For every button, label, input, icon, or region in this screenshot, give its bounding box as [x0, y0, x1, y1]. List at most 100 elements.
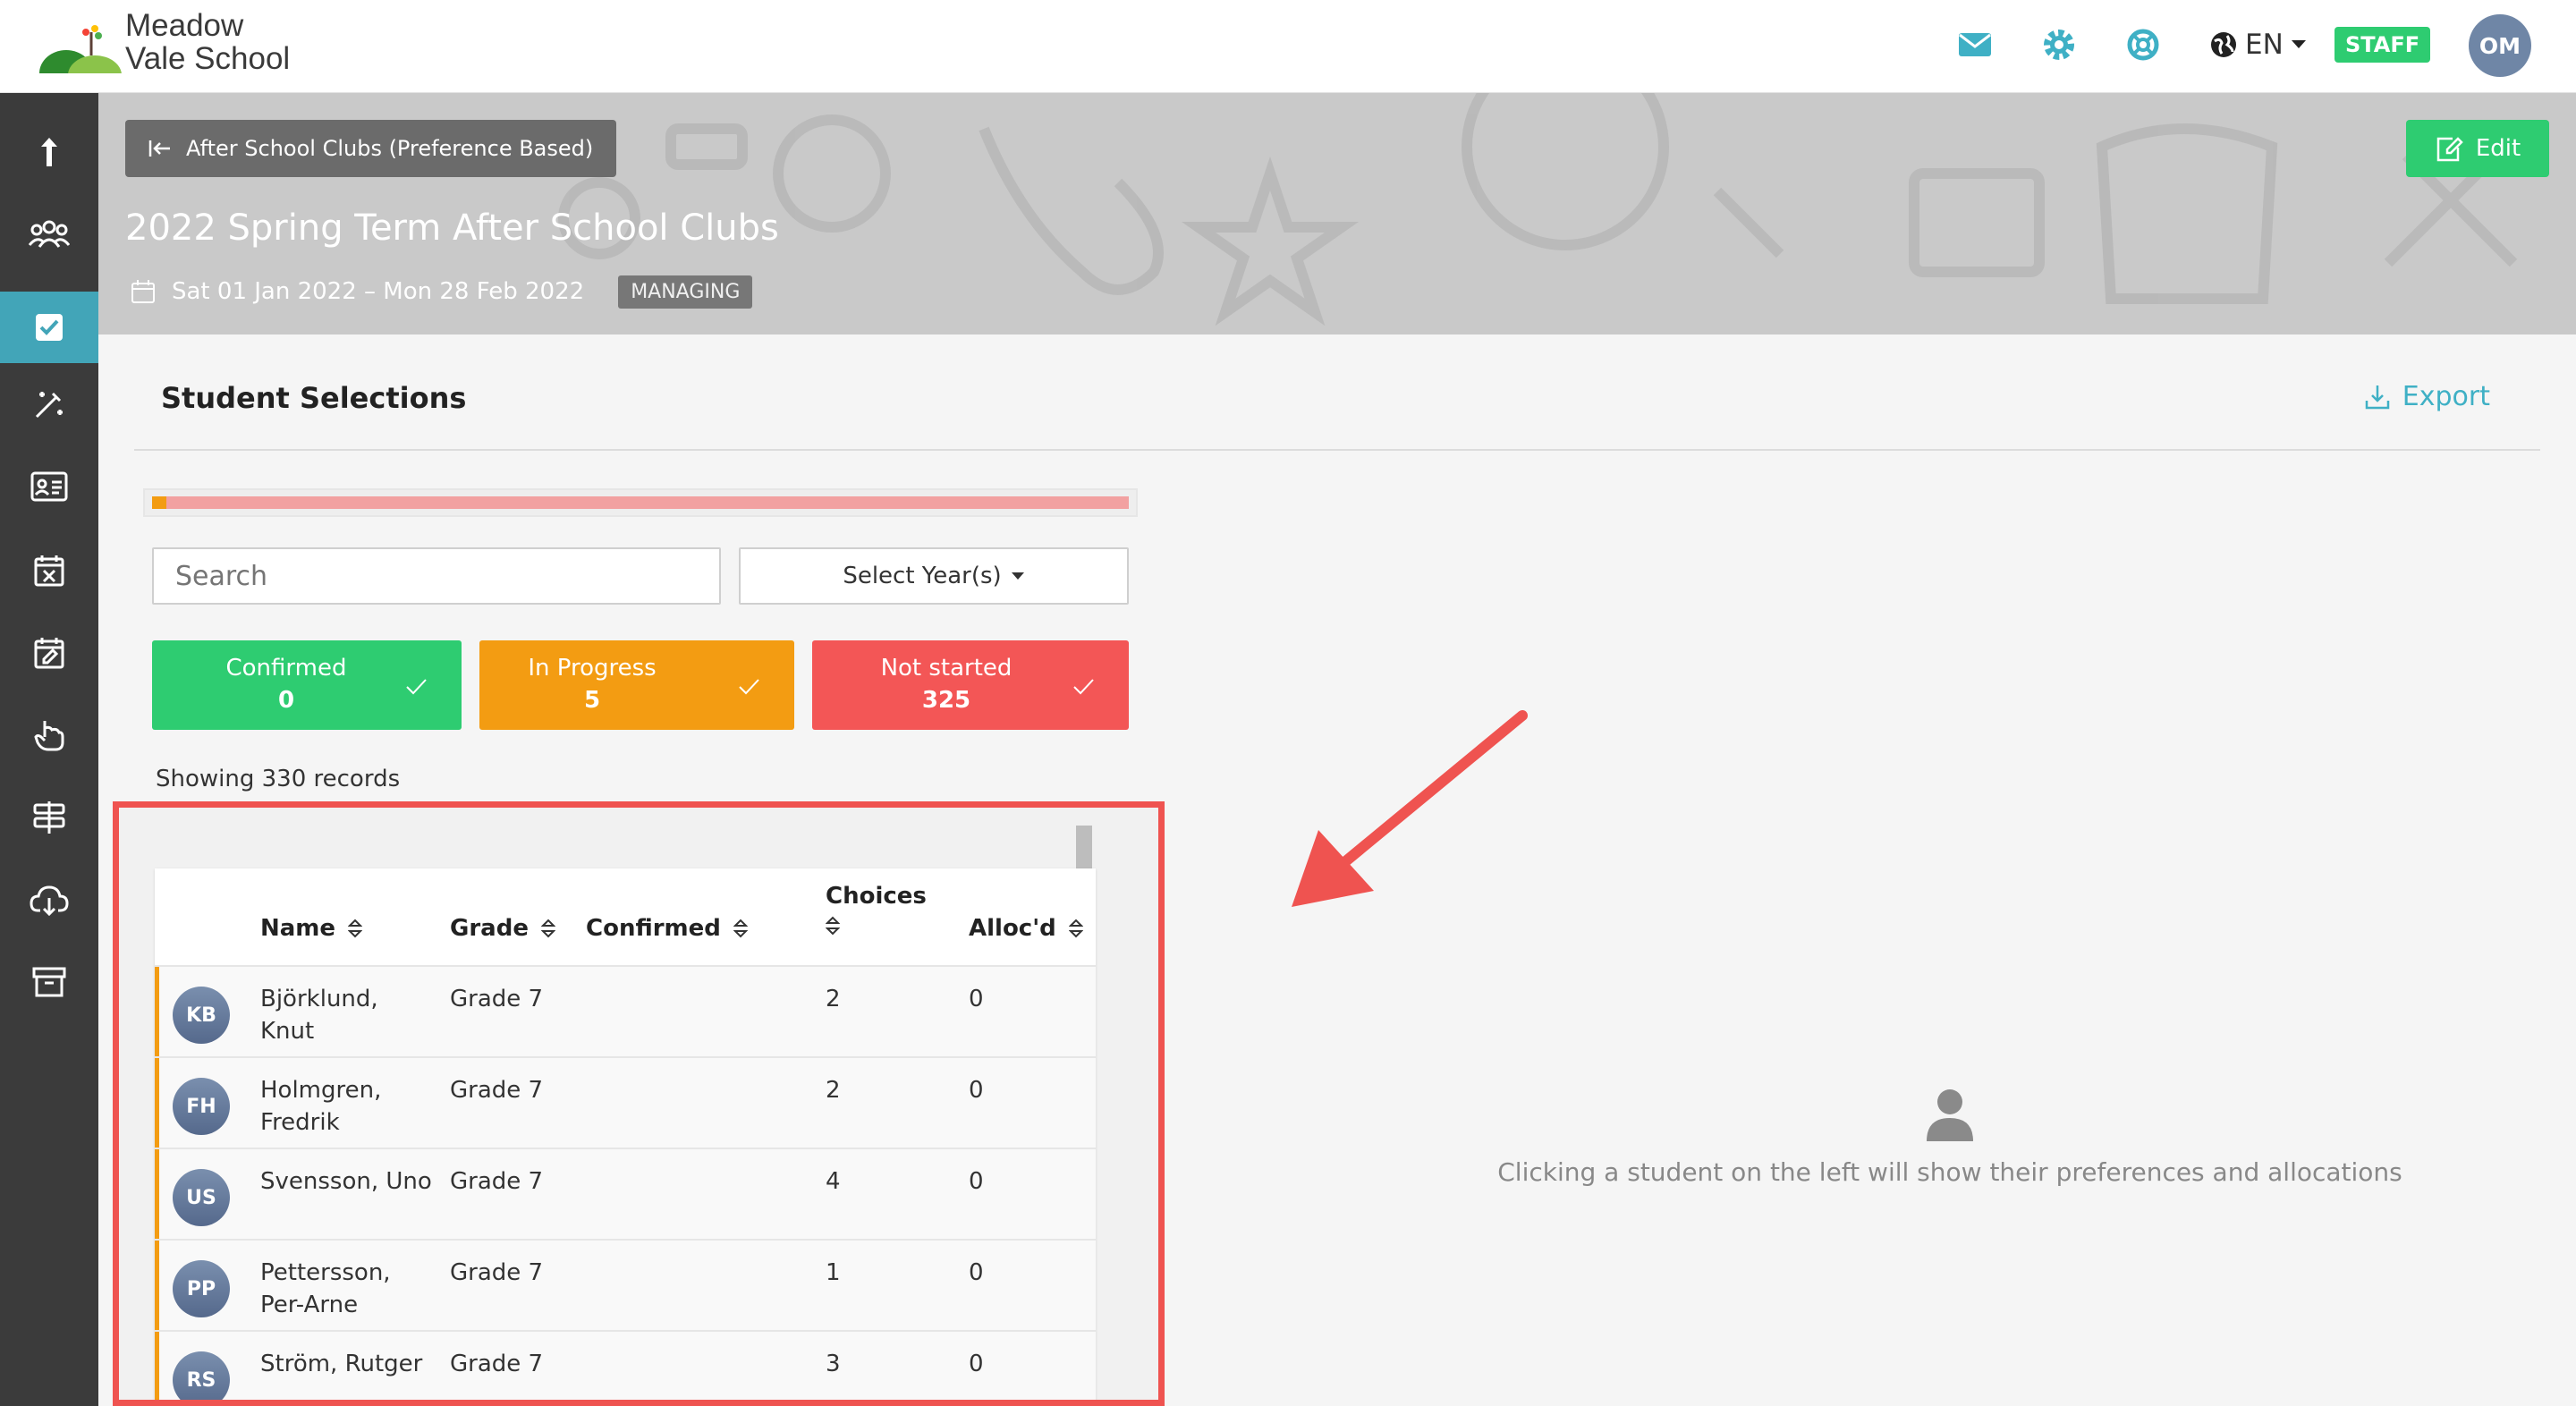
- table-row[interactable]: PP Pettersson, Per-Arne Grade 7 1 0: [155, 1241, 1096, 1332]
- sidebar-nav: [0, 93, 98, 1406]
- year-select-label: Select Year(s): [843, 563, 1002, 589]
- student-avatar: US: [173, 1169, 230, 1226]
- edit-button-label: Edit: [2475, 135, 2521, 162]
- sidebar-item-attendance[interactable]: [0, 699, 98, 771]
- top-bar: Meadow Vale School EN STAFF OM: [0, 0, 2576, 93]
- stat-confirmed-value: 0: [277, 687, 295, 714]
- sidebar-item-edit-dates[interactable]: [0, 617, 98, 689]
- edit-icon: [2436, 137, 2463, 162]
- sidebar-item-routes[interactable]: [0, 782, 98, 853]
- calendar-icon: [131, 280, 155, 303]
- completion-progress-bar: [143, 488, 1138, 517]
- section-divider: [134, 449, 2540, 451]
- column-header-grade[interactable]: Grade: [450, 915, 555, 942]
- table-row[interactable]: KB Björklund, Knut Grade 7 2 0: [155, 967, 1096, 1058]
- stat-confirmed-label: Confirmed: [225, 655, 347, 682]
- people-icon: [29, 220, 70, 248]
- pointer-hand-icon: [34, 721, 64, 751]
- language-code: EN: [2245, 29, 2284, 61]
- sort-icon: [348, 919, 363, 938]
- sidebar-item-students[interactable]: [0, 199, 98, 270]
- export-button[interactable]: Export: [2363, 381, 2490, 412]
- table-row[interactable]: FH Holmgren, Fredrik Grade 7 2 0: [155, 1058, 1096, 1149]
- sidebar-item-cancel-dates[interactable]: [0, 535, 98, 606]
- student-choices: 2: [826, 986, 841, 1012]
- stat-not-started-value: 325: [921, 687, 971, 714]
- person-icon: [1927, 1089, 1973, 1141]
- signpost-icon: [33, 801, 65, 834]
- empty-detail-panel: Clicking a student on the left will show…: [1368, 1086, 2531, 1187]
- annotation-arrow: [1292, 710, 1528, 907]
- status-indicator: [155, 1149, 159, 1239]
- archive-icon: [32, 967, 66, 997]
- student-choices: 1: [826, 1259, 841, 1286]
- status-indicator: [155, 967, 159, 1056]
- records-count: Showing 330 records: [156, 766, 401, 792]
- language-selector[interactable]: EN: [2209, 27, 2307, 63]
- table-row[interactable]: RS Ström, Rutger Grade 7 3 0: [155, 1332, 1096, 1400]
- sidebar-item-auto-allocate[interactable]: [0, 368, 98, 440]
- year-select[interactable]: Select Year(s): [739, 547, 1129, 605]
- magic-wand-icon: [35, 392, 63, 419]
- student-name: Pettersson, Per-Arne: [260, 1259, 391, 1318]
- column-header-confirmed[interactable]: Confirmed: [586, 915, 748, 942]
- status-indicator: [155, 1241, 159, 1330]
- calendar-x-icon: [34, 555, 64, 587]
- download-icon: [2365, 385, 2390, 409]
- column-header-choices[interactable]: Choices: [826, 883, 927, 936]
- check-icon: [1073, 679, 1094, 695]
- sidebar-item-archive[interactable]: [0, 946, 98, 1018]
- status-indicator: [155, 1332, 159, 1400]
- sort-icon: [733, 919, 748, 938]
- column-header-name[interactable]: Name: [260, 915, 363, 942]
- sort-icon: [826, 916, 840, 936]
- stat-in-progress-value: 5: [583, 687, 601, 714]
- back-button-label: After School Clubs (Preference Based): [186, 136, 594, 161]
- column-header-allocated[interactable]: Alloc'd: [969, 915, 1083, 942]
- student-choices: 3: [826, 1351, 841, 1377]
- id-card-icon: [30, 471, 68, 502]
- search-input[interactable]: [152, 547, 721, 605]
- help-lifebuoy-icon[interactable]: [2123, 25, 2163, 64]
- stat-not-started[interactable]: Not started 325: [812, 640, 1129, 730]
- back-button[interactable]: After School Clubs (Preference Based): [125, 120, 617, 177]
- student-avatar: KB: [173, 987, 230, 1044]
- section-title: Student Selections: [161, 381, 467, 415]
- status-badge: MANAGING: [618, 275, 753, 309]
- progress-track: [152, 496, 1129, 509]
- mail-icon[interactable]: [1955, 25, 1995, 64]
- globe-icon: [2211, 32, 2236, 57]
- gear-icon[interactable]: [2039, 25, 2079, 64]
- upload-icon: [41, 138, 57, 166]
- student-name: Ström, Rutger: [260, 1351, 423, 1377]
- annotation-highlight-box: Name Grade Confirmed Choices Alloc'd KB …: [113, 801, 1165, 1406]
- empty-state-message: Clicking a student on the left will show…: [1497, 1157, 2402, 1187]
- logo-hills-icon: [39, 25, 122, 82]
- sidebar-item-upload[interactable]: [0, 116, 98, 188]
- student-allocated: 0: [969, 1351, 984, 1377]
- student-allocated: 0: [969, 1259, 984, 1286]
- sort-icon: [540, 919, 555, 938]
- status-indicator: [155, 1058, 159, 1148]
- stat-in-progress[interactable]: In Progress 5: [479, 640, 794, 730]
- student-allocated: 0: [969, 986, 984, 1012]
- check-icon: [739, 679, 759, 695]
- sidebar-item-downloads[interactable]: [0, 864, 98, 936]
- student-choices: 2: [826, 1077, 841, 1104]
- sidebar-item-selections[interactable]: [0, 292, 98, 363]
- student-name: Svensson, Uno: [260, 1168, 432, 1195]
- sidebar-item-id-cards[interactable]: [0, 451, 98, 522]
- edit-button[interactable]: Edit: [2406, 120, 2549, 177]
- student-name: Holmgren, Fredrik: [260, 1077, 382, 1136]
- school-logo[interactable]: Meadow Vale School: [39, 9, 308, 89]
- school-name: Meadow Vale School: [125, 8, 291, 76]
- date-range: Sat 01 Jan 2022 – Mon 28 Feb 2022: [172, 278, 585, 305]
- arrow-left-to-bar-icon: [148, 140, 170, 157]
- page-banner: After School Clubs (Preference Based) Ed…: [98, 93, 2576, 335]
- student-grade: Grade 7: [450, 1351, 544, 1377]
- export-label: Export: [2402, 381, 2490, 412]
- stat-confirmed[interactable]: Confirmed 0: [152, 640, 462, 730]
- caret-down-icon: [1011, 572, 1024, 580]
- user-avatar[interactable]: OM: [2469, 14, 2531, 77]
- table-row[interactable]: US Svensson, Uno Grade 7 4 0: [155, 1149, 1096, 1241]
